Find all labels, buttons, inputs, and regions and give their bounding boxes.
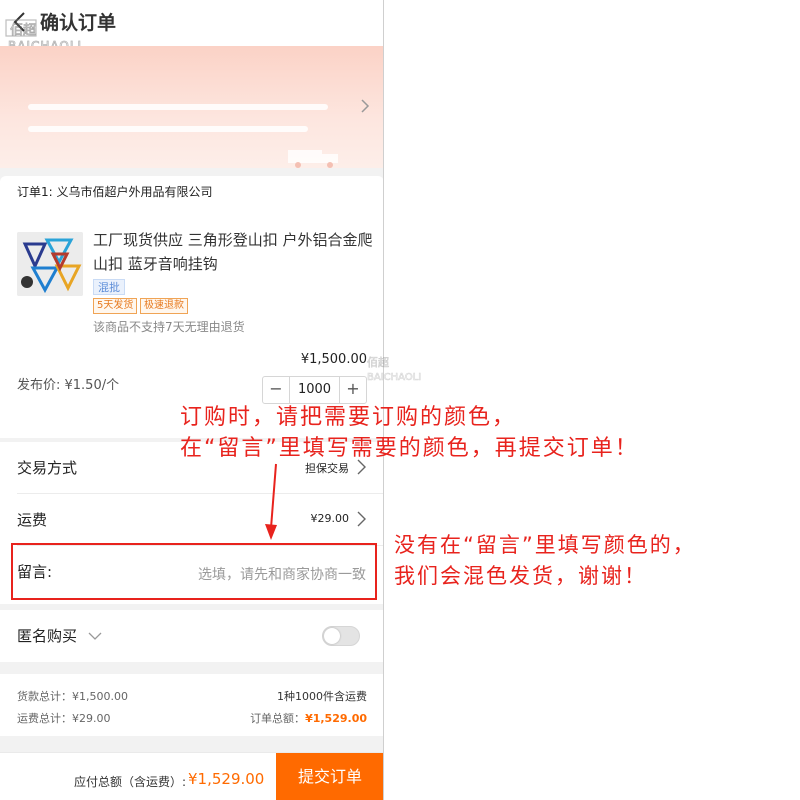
- payable-amount: ¥1,529.00: [188, 770, 265, 788]
- blurred-address-line: [28, 104, 328, 110]
- submit-order-button[interactable]: 提交订单: [276, 753, 383, 800]
- annotation-note-line: 我们会混色发货，谢谢！: [394, 564, 647, 588]
- ship-time-tag: 5天发货: [93, 298, 138, 314]
- supplier-name: 订单1: 义乌市佰超户外用品有限公司: [17, 185, 213, 199]
- trade-method-label: 交易方式: [17, 459, 78, 477]
- mixed-batch-tag: 混批: [93, 279, 125, 295]
- carabiner-icon: [17, 232, 83, 296]
- svg-text:佰超: 佰超: [367, 355, 389, 369]
- top-bar: 确认订单 佰超 BAICHAOLI: [0, 0, 383, 53]
- order-total-label: 订单总额：: [250, 712, 306, 725]
- shipping-fee-row[interactable]: 运费 ¥29.00: [0, 494, 383, 546]
- order-total: 订单总额：¥1,529.00: [250, 710, 367, 726]
- decrease-button[interactable]: −: [263, 377, 289, 403]
- chevron-right-icon: [361, 99, 370, 113]
- truck-icon: [288, 150, 338, 168]
- item-count: 1种1000件含运费: [277, 690, 367, 703]
- address-banner[interactable]: [0, 46, 383, 168]
- message-highlight-box: [11, 543, 377, 600]
- svg-text:BAICHAOLI: BAICHAOLI: [367, 372, 421, 383]
- annotation-note-line: 在“留言”里填写需要的颜色，再提交订单！: [180, 436, 639, 461]
- anonymous-label: 匿名购买: [17, 627, 78, 645]
- unit-price: 发布价: ¥1.50/个: [17, 378, 120, 393]
- product-title[interactable]: 工厂现货供应 三角形登山扣 户外铝合金爬山扣 蓝牙音响挂钩: [93, 228, 373, 276]
- anonymous-purchase-row: 匿名购买: [0, 610, 383, 662]
- freight-total: 运费总计：¥29.00: [17, 712, 111, 725]
- order-total-value: ¥1,529.00: [305, 712, 367, 725]
- chevron-right-icon: [357, 511, 366, 527]
- quantity-input[interactable]: 1000: [289, 377, 340, 403]
- quantity-stepper: − 1000 +: [262, 376, 367, 404]
- annotation-note-line: 订购时，请把需要订购的颜色，: [180, 405, 517, 430]
- product-image[interactable]: [17, 232, 83, 296]
- annotation-arrow: [265, 463, 277, 540]
- goods-total: 货款总计：¥1,500.00: [17, 690, 128, 703]
- order-summary: 货款总计：¥1,500.00 运费总计：¥29.00 1种1000件含运费 订单…: [0, 674, 383, 736]
- line-total: ¥1,500.00: [300, 352, 367, 367]
- svg-text:佰超: 佰超: [10, 23, 36, 38]
- return-policy-note: 该商品不支持7天无理由退货: [93, 320, 245, 334]
- increase-button[interactable]: +: [340, 377, 366, 403]
- order-card: 订单1: 义乌市佰超户外用品有限公司 工厂现货供应 三角形登山扣 户外铝合金爬山…: [0, 176, 383, 438]
- toggle-knob: [324, 628, 340, 644]
- shipping-fee-value: ¥29.00: [310, 512, 350, 525]
- payable-label: 应付总额（含运费）:: [74, 775, 187, 789]
- blurred-address-line: [28, 126, 308, 132]
- anonymous-toggle[interactable]: [322, 626, 360, 646]
- shipping-fee-label: 运费: [17, 511, 48, 529]
- fast-refund-tag: 极速退款: [140, 298, 188, 314]
- checkout-footer: 应付总额（含运费）: ¥1,529.00 提交订单: [0, 752, 383, 800]
- chevron-down-icon[interactable]: [88, 632, 102, 641]
- watermark-logo: 佰超 BAICHAOLI: [367, 355, 422, 384]
- annotation-note-line: 没有在“留言”里填写颜色的，: [394, 533, 696, 557]
- phone-screen: 确认订单 佰超 BAICHAOLI 订单1: 义乌市佰超户外用品有限公司: [0, 0, 384, 800]
